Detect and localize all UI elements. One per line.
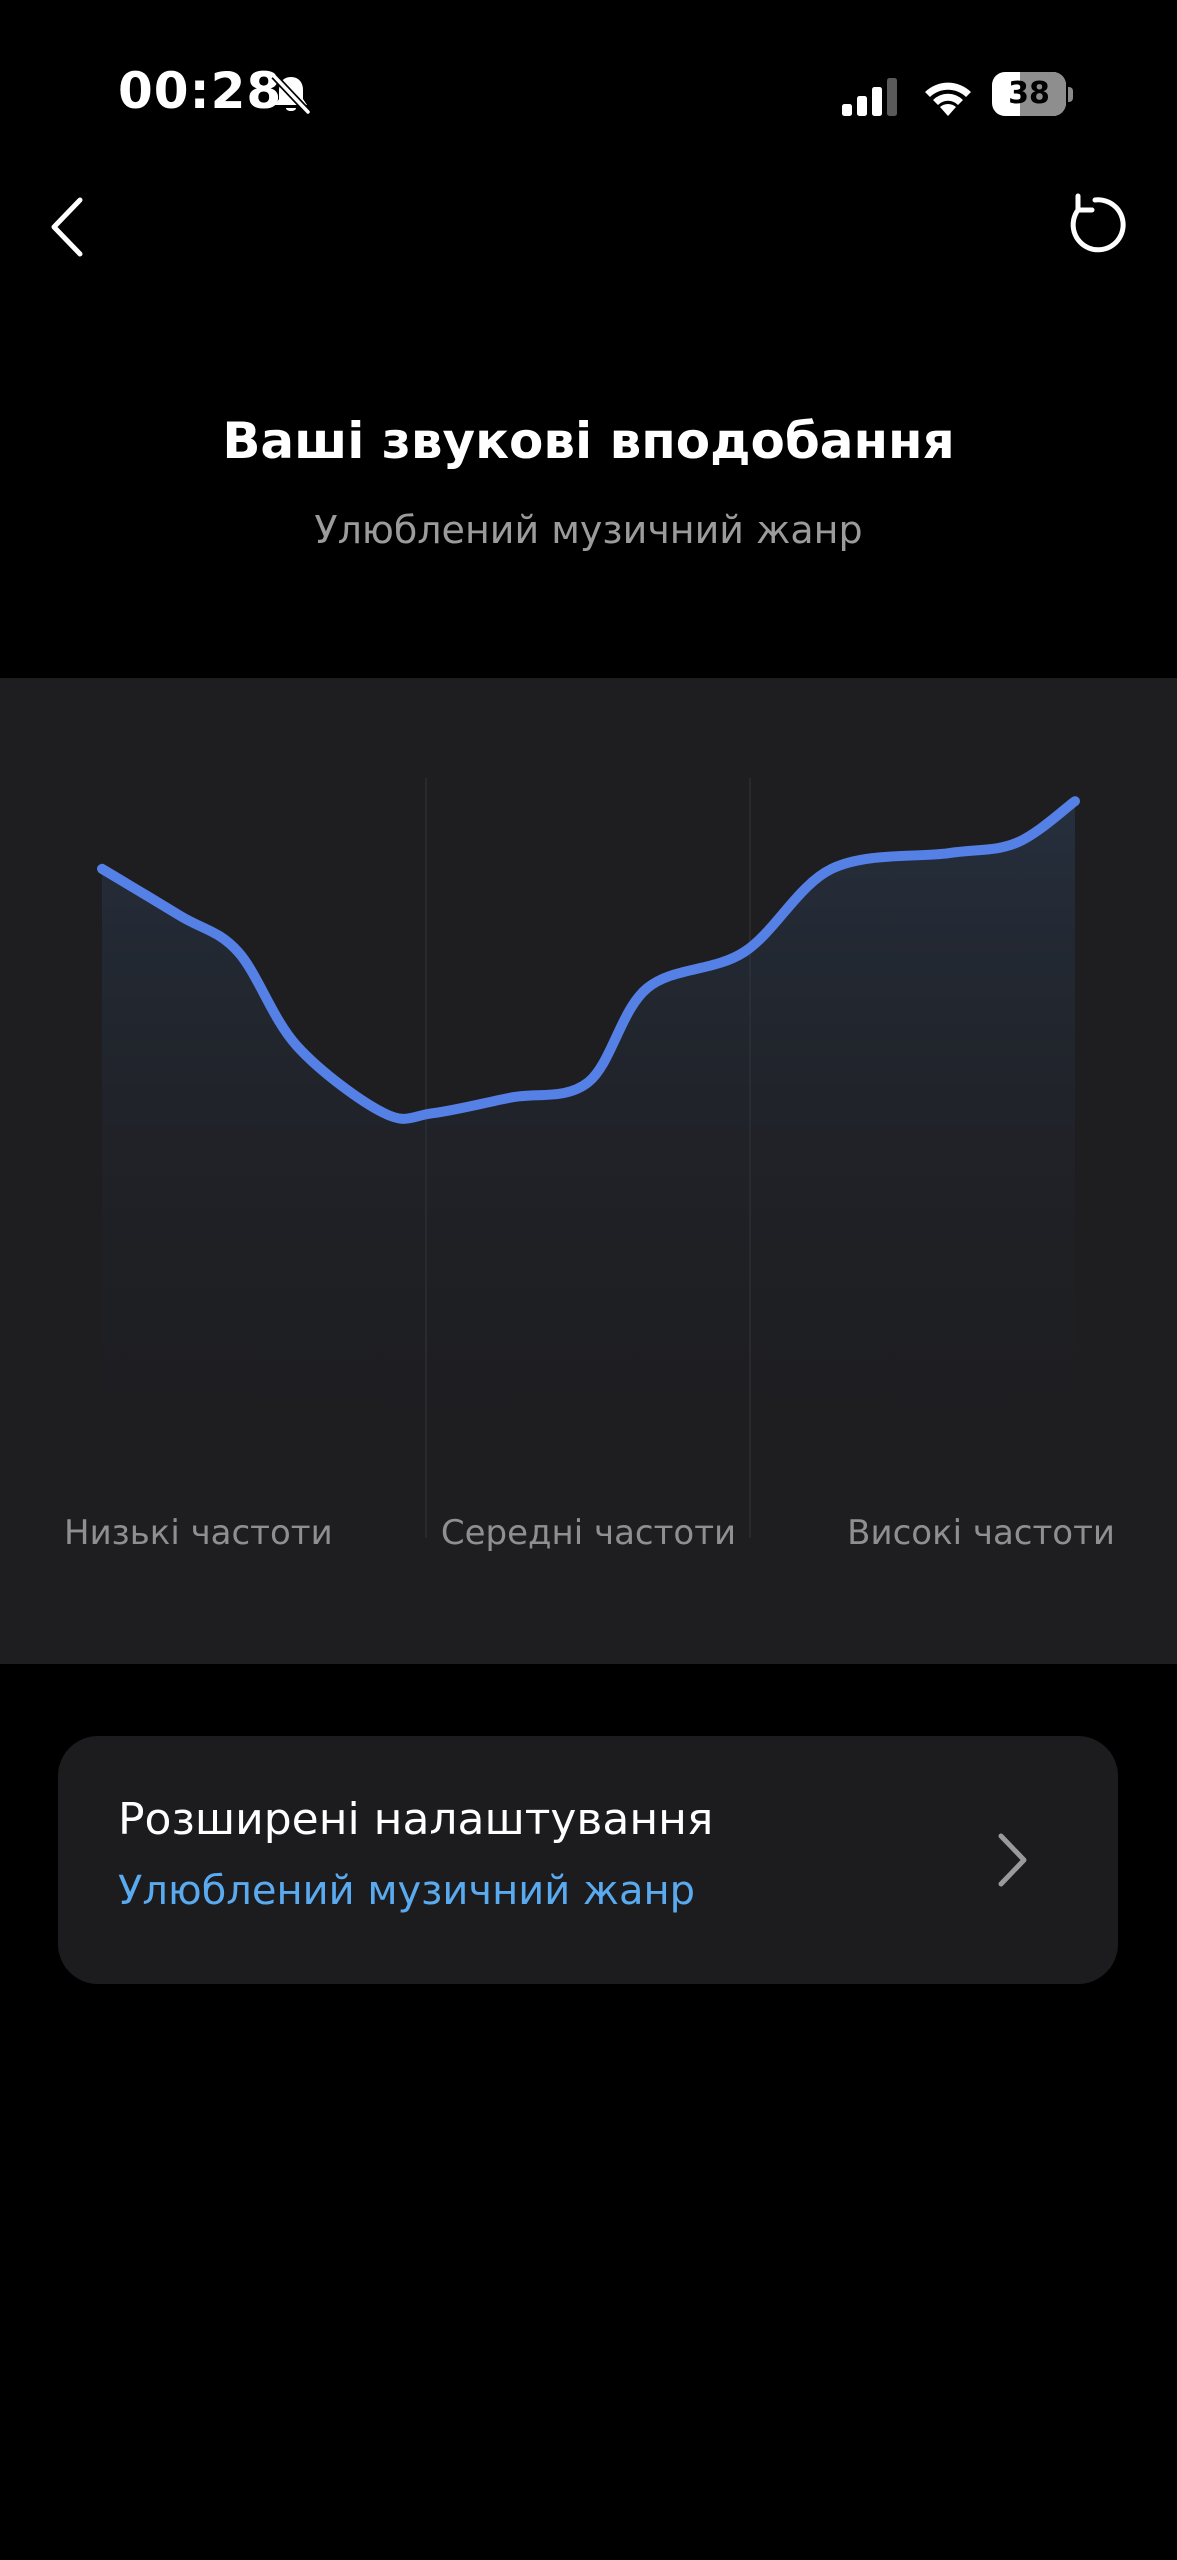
chevron-right-icon (998, 1833, 1027, 1887)
cellular-signal-icon (842, 78, 897, 116)
reset-button[interactable] (1060, 190, 1130, 260)
bell-slash-icon (271, 73, 311, 115)
advanced-settings-value: Улюблений музичний жанр (118, 1868, 696, 1914)
battery-icon: 38 (992, 72, 1073, 116)
band-label-high: Високі частоти (847, 1513, 1115, 1553)
page-subtitle: Улюблений музичний жанр (314, 508, 863, 552)
advanced-settings-card[interactable]: Розширені налаштування Улюблений музични… (58, 1736, 1118, 1984)
page-title: Ваші звукові вподобання (222, 412, 955, 470)
battery-level: 38 (1008, 76, 1050, 111)
status-bar: 00:28 38 (0, 0, 1177, 190)
battery-cap (1068, 87, 1073, 102)
chevron-left-icon (51, 197, 83, 257)
eq-chart-panel: Низькі частоти Середні частоти Високі ча… (0, 678, 1177, 1664)
advanced-settings-title: Розширені налаштування (118, 1794, 714, 1845)
eq-curve-area (102, 801, 1075, 1478)
status-time: 00:28 (118, 62, 283, 120)
rotate-ccw-icon (1070, 193, 1126, 253)
wifi-icon (925, 82, 971, 116)
back-button[interactable] (40, 185, 100, 265)
